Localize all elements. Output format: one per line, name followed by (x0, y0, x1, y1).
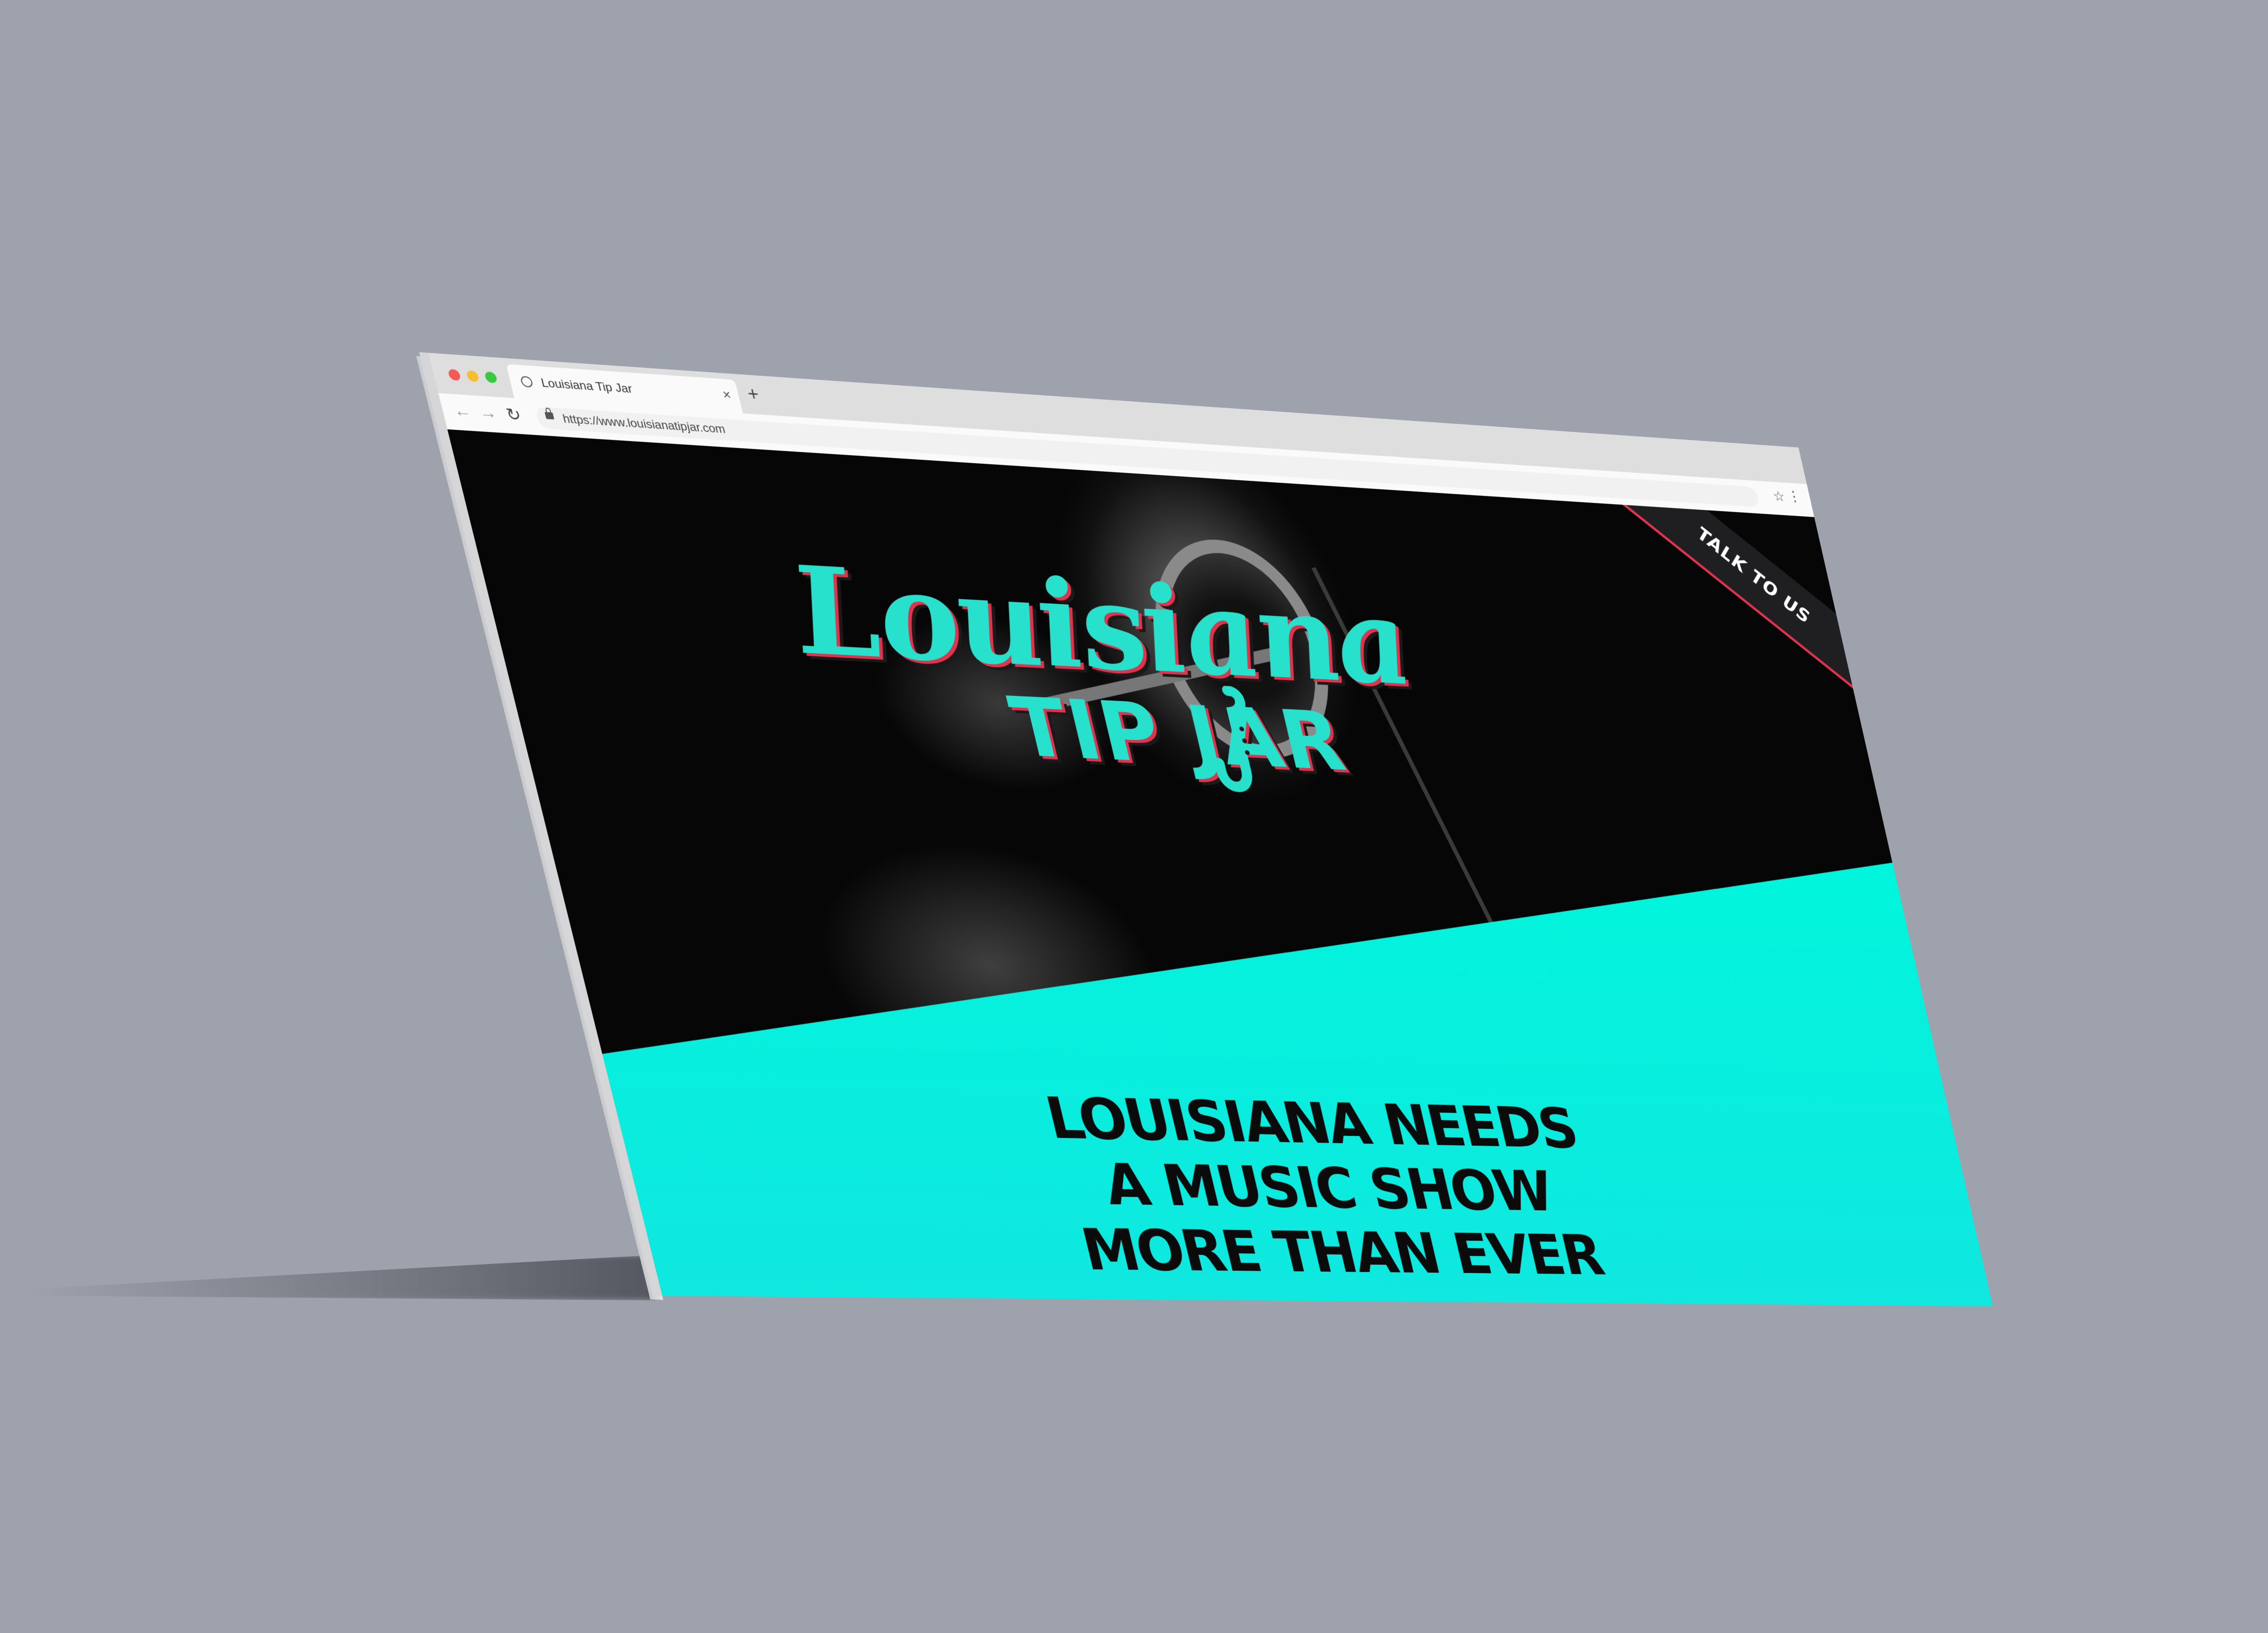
logo-tip-jar[interactable]: TIP JAR (1001, 679, 1354, 789)
reload-icon[interactable]: ↻ (504, 404, 523, 425)
device-shadow (30, 1255, 655, 1300)
close-window-button[interactable] (447, 369, 462, 381)
url-text[interactable]: https://www.louisianatipjar.com (561, 412, 727, 437)
web-page: Louisiana TIP JAR TALK TO US LOUISIANA N… (447, 429, 1993, 1306)
lock-icon (544, 412, 554, 420)
tab-close-icon[interactable]: × (721, 387, 733, 403)
browser-window: Louisiana Tip Jar × + ← → ↻ https://www.… (428, 353, 1993, 1306)
minimize-window-button[interactable] (466, 370, 480, 382)
star-icon[interactable]: ☆ (1772, 488, 1787, 505)
maximize-window-button[interactable] (484, 371, 498, 384)
screen-device: Louisiana Tip Jar × + ← → ↻ https://www.… (416, 353, 1993, 1306)
globe-icon (520, 375, 534, 388)
forward-arrow-icon[interactable]: → (477, 403, 499, 423)
main-headline: LOUISIANA NEEDS A MUSIC SHOW MORE THAN E… (608, 1076, 1989, 1291)
tab-title: Louisiana Tip Jar (539, 376, 634, 396)
kebab-menu-icon[interactable]: ⋮ (1786, 488, 1802, 505)
back-arrow-icon[interactable]: ← (452, 401, 474, 421)
new-tab-button[interactable]: + (745, 384, 762, 406)
